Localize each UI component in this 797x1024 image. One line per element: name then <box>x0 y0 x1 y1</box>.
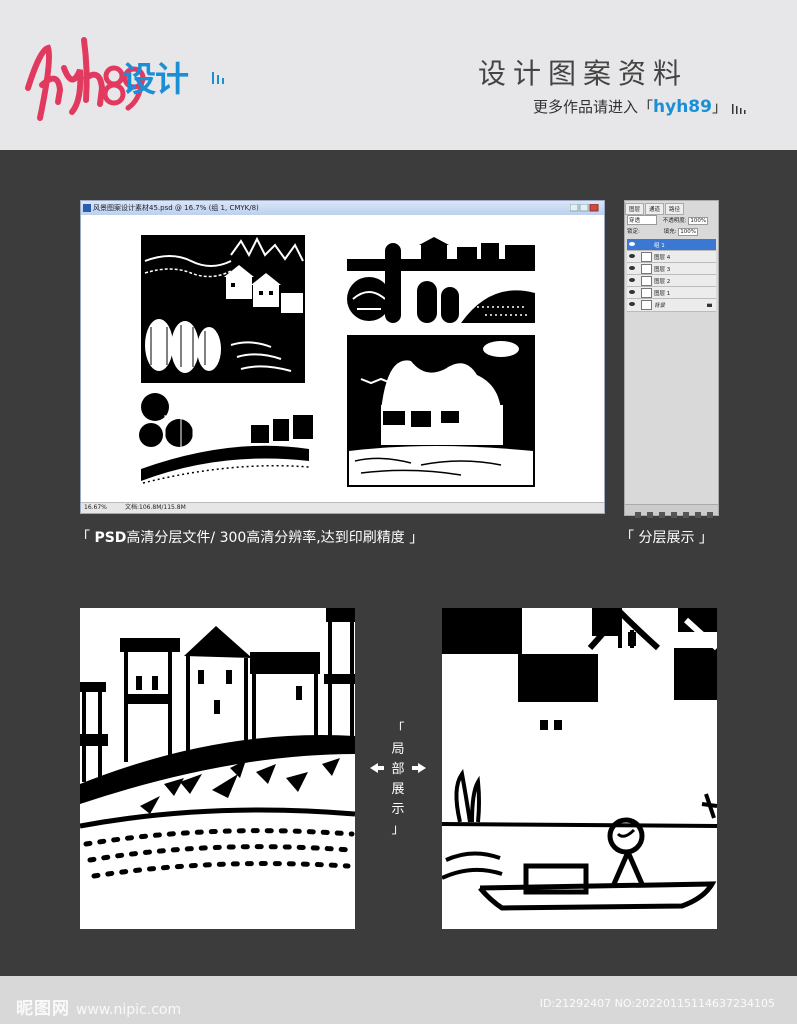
detail-label-char: 局 <box>391 742 405 757</box>
layer-name: 图层 4 <box>654 255 671 261</box>
layers-bottom-toolbar[interactable] <box>625 504 718 518</box>
artwork-panel-3 <box>139 393 313 484</box>
layer-row[interactable]: 组 1 <box>627 239 716 251</box>
layers-caption: 「 分层展示 」 <box>620 530 713 546</box>
detail-left-artwork <box>80 608 355 879</box>
layer-row[interactable]: 图层 4 <box>627 251 716 263</box>
opacity-label: 不透明度: <box>662 218 687 224</box>
detail-label-char: 「 <box>391 722 405 737</box>
layer-name: 组 1 <box>654 243 665 249</box>
layer-row[interactable]: 图层 1 <box>627 287 716 299</box>
logo-cn-text: 设计 <box>122 60 189 100</box>
psd-document-window[interactable]: 风景图案设计素材45.psd @ 16.7% (组 1, CMYK/8) 16.… <box>80 200 605 514</box>
eye-icon[interactable] <box>629 277 635 283</box>
eye-icon[interactable] <box>629 301 635 307</box>
page-subtitle: 更多作品请进入「hyh89」 <box>533 96 750 117</box>
watermark-cn: 昵图网 <box>16 999 70 1019</box>
layer-thumbnail <box>641 276 652 286</box>
artwork-panel-1 <box>141 235 305 383</box>
layer-row[interactable]: 图层 2 <box>627 275 716 287</box>
zoom-level[interactable]: 16.67% <box>84 503 107 513</box>
sound-bars-icon <box>731 103 746 114</box>
page-title: 设计图案资料 <box>478 57 689 90</box>
caption-open: 「 <box>76 530 95 546</box>
eye-icon[interactable] <box>629 253 635 259</box>
layer-name: 图层 1 <box>654 291 671 297</box>
window-controls-icon[interactable] <box>570 204 600 212</box>
detail-crop-left <box>80 608 355 929</box>
layer-row[interactable]: 背景 <box>627 299 716 312</box>
lock-label: 锁定: <box>627 229 640 235</box>
artwork-panel-4 <box>347 335 535 487</box>
detail-label-char: 展 <box>391 782 405 797</box>
caption-bold: PSD <box>94 530 127 546</box>
watermark: 昵图网 www.nipic.com <box>16 994 181 1019</box>
layer-row[interactable]: 图层 3 <box>627 263 716 275</box>
layer-name: 图层 2 <box>654 279 671 285</box>
layer-thumbnail <box>641 288 652 298</box>
psd-caption: 「 PSD高清分层文件/ 300高清分辨率,达到印刷精度 」 <box>76 527 423 547</box>
layer-thumbnail <box>641 300 652 310</box>
lock-row: 锁定: 填充: 100% <box>627 227 716 237</box>
blend-mode-select[interactable]: 穿透 <box>627 215 657 225</box>
fill-value[interactable]: 100% <box>678 228 698 236</box>
detail-label-char: 」 <box>391 822 405 837</box>
fill-label: 填充: <box>663 229 677 235</box>
layers-panel[interactable]: 图层 通道 路径 穿透 不透明度: 100% 锁定: 填充: 100% 组 1 图层… <box>624 200 719 518</box>
artwork-panel-2 <box>347 237 535 323</box>
layer-name: 背景 <box>654 303 666 309</box>
watermark-url: www.nipic.com <box>76 1002 182 1018</box>
logo-bars-icon <box>212 72 224 84</box>
doc-size: 文档:106.8M/115.8M <box>125 504 186 511</box>
subtitle-prefix: 更多作品请进入「 <box>533 98 654 116</box>
psd-canvas[interactable] <box>81 215 604 503</box>
tab-paths[interactable]: 路径 <box>665 203 685 215</box>
tab-channels[interactable]: 通道 <box>645 203 665 215</box>
blend-row: 穿透 不透明度: 100% <box>627 215 716 225</box>
detail-label-char: 示 <box>391 802 405 817</box>
tab-layers[interactable]: 图层 <box>625 203 645 215</box>
subtitle-suffix: 」 <box>711 98 727 116</box>
layer-name: 图层 3 <box>654 267 671 273</box>
image-id: ID:21292407 NO:20220115114637234105 <box>539 997 775 1010</box>
caption-rest: 高清分层文件/ 300高清分辨率,达到印刷精度 」 <box>126 530 424 546</box>
eye-icon[interactable] <box>629 265 635 271</box>
detail-label: 「 局 部 展 示 」 <box>380 720 416 837</box>
detail-right-artwork <box>442 608 717 911</box>
layers-toolbar-icons-icon[interactable] <box>625 510 718 520</box>
psd-statusbar: 16.67% 文档:106.8M/115.8M <box>81 502 604 513</box>
lock-icon <box>707 303 712 307</box>
psd-file-icon <box>83 204 91 212</box>
layer-thumbnail <box>641 252 652 262</box>
detail-crop-right <box>442 608 717 929</box>
layer-thumbnail <box>641 264 652 274</box>
eye-icon[interactable] <box>629 241 635 247</box>
psd-titlebar[interactable]: 风景图案设计素材45.psd @ 16.7% (组 1, CMYK/8) <box>81 201 604 215</box>
layers-tabs: 图层 通道 路径 <box>625 203 718 215</box>
subtitle-link[interactable]: hyh89 <box>653 97 712 117</box>
psd-window-title: 风景图案设计素材45.psd @ 16.7% (组 1, CMYK/8) <box>93 204 259 212</box>
detail-label-char: 部 <box>391 762 405 777</box>
opacity-value[interactable]: 100% <box>688 217 709 225</box>
eye-icon[interactable] <box>629 289 635 295</box>
